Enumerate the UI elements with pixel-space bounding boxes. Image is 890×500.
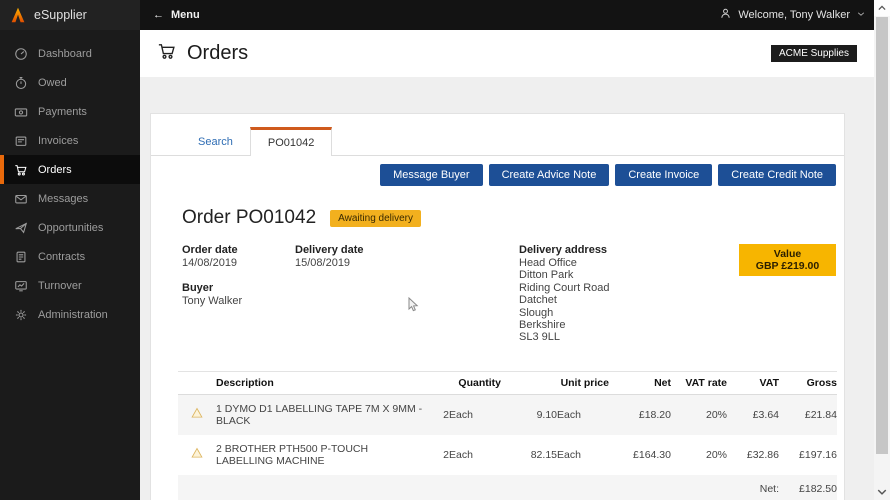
back-arrow-icon: ← [153, 9, 164, 21]
order-date-value: 14/08/2019 [182, 257, 238, 269]
sidebar-item-messages[interactable]: Messages [0, 184, 140, 213]
scrollbar-thumb[interactable] [876, 17, 888, 454]
gear-icon [13, 307, 28, 322]
banknote-icon [13, 104, 28, 119]
value-label: Value [773, 248, 802, 260]
order-card: Search PO01042 Message Buyer Create Advi… [150, 113, 845, 500]
sidebar-nav: Dashboard Owed Payments Invoices Orders … [0, 30, 140, 329]
table-row: 1 DYMO D1 LABELLING TAPE 7M X 9MM - BLAC… [178, 394, 837, 435]
main-area: Orders ACME Supplies Search PO01042 Mess… [140, 30, 874, 500]
table-row: 2 BROTHER PTH500 P-TOUCH LABELLING MACHI… [178, 435, 837, 475]
orders-cart-icon [157, 41, 177, 66]
brand-logo-icon [10, 7, 26, 23]
chart-monitor-icon [13, 278, 28, 293]
topbar: ← Menu Welcome, Tony Walker [140, 0, 874, 30]
net-label: Net: [759, 482, 779, 495]
sidebar-item-turnover[interactable]: Turnover [0, 271, 140, 300]
sidebar-item-administration[interactable]: Administration [0, 300, 140, 329]
sidebar-item-dashboard[interactable]: Dashboard [0, 39, 140, 68]
buyer-label: Buyer [182, 282, 214, 294]
app-window: eSupplier Dashboard Owed Payments Invoic… [0, 0, 890, 500]
user-menu[interactable]: Welcome, Tony Walker [719, 7, 866, 23]
net-total-row: Net: £182.50 [178, 474, 837, 500]
warning-icon[interactable] [191, 448, 203, 462]
order-lines-table: Description Quantity Unit price Net VAT … [178, 370, 837, 500]
sidebar-item-contracts[interactable]: Contracts [0, 242, 140, 271]
chevron-down-icon [856, 9, 866, 22]
message-buyer-button[interactable]: Message Buyer [380, 164, 483, 186]
delivery-date-label: Delivery date [295, 244, 364, 256]
tab-content: Message Buyer Create Advice Note Create … [151, 164, 844, 500]
scroll-up-button[interactable] [874, 0, 890, 16]
sidebar-item-invoices[interactable]: Invoices [0, 126, 140, 155]
delivery-address-block: Delivery address Head Office Ditton Park… [519, 244, 739, 344]
action-buttons: Message Buyer Create Advice Note Create … [179, 164, 836, 186]
order-date-block: Order date 14/08/2019 [182, 244, 295, 269]
dashboard-icon [13, 46, 28, 61]
buyer-block: Buyer Tony Walker [182, 282, 295, 307]
col-gross: Gross [779, 370, 837, 395]
sidebar-item-opportunities[interactable]: Opportunities [0, 213, 140, 242]
envelope-icon [13, 191, 28, 206]
col-description: Description [216, 370, 423, 395]
col-unit-price: Unit price [501, 370, 609, 395]
col-vat: VAT [727, 370, 779, 395]
net-value: £182.50 [799, 482, 837, 495]
create-advice-note-button[interactable]: Create Advice Note [488, 164, 610, 186]
order-value-box: Value GBP £219.00 [739, 244, 836, 276]
create-credit-note-button[interactable]: Create Credit Note [718, 164, 836, 186]
col-vat-rate: VAT rate [671, 370, 727, 395]
brand-logo-area[interactable]: eSupplier [0, 0, 140, 30]
welcome-text: Welcome, Tony Walker [738, 9, 850, 21]
create-invoice-button[interactable]: Create Invoice [615, 164, 713, 186]
stopwatch-icon [13, 75, 28, 90]
page-title: Orders [187, 42, 249, 64]
col-net: Net [609, 370, 671, 395]
buyer-value: Tony Walker [182, 295, 243, 307]
scroll-down-button[interactable] [874, 484, 890, 500]
delivery-address-label: Delivery address [519, 244, 608, 256]
sidebar-item-owed[interactable]: Owed [0, 68, 140, 97]
tab-po01042[interactable]: PO01042 [249, 127, 333, 156]
invoice-icon [13, 133, 28, 148]
vertical-scrollbar[interactable] [874, 0, 890, 500]
table-header-row: Description Quantity Unit price Net VAT … [178, 370, 837, 395]
warning-icon[interactable] [191, 408, 203, 422]
col-quantity: Quantity [423, 370, 501, 395]
sidebar: eSupplier Dashboard Owed Payments Invoic… [0, 0, 140, 500]
order-number-title: Order PO01042 [182, 207, 317, 228]
value-amount: GBP £219.00 [755, 260, 820, 272]
sidebar-item-orders[interactable]: Orders [0, 155, 140, 184]
order-info: Order date 14/08/2019 Buyer Tony Walker … [179, 244, 836, 344]
company-badge[interactable]: ACME Supplies [770, 45, 857, 62]
paper-plane-icon [13, 220, 28, 235]
cart-icon [13, 162, 28, 177]
order-date-label: Order date [182, 244, 238, 256]
sidebar-item-payments[interactable]: Payments [0, 97, 140, 126]
person-icon [719, 7, 732, 23]
brand-name: eSupplier [34, 8, 87, 22]
order-heading: Order PO01042 Awaiting delivery [179, 207, 836, 229]
page-header: Orders ACME Supplies [140, 30, 874, 77]
menu-button[interactable]: ← Menu [153, 9, 200, 21]
tab-strip: Search PO01042 [151, 114, 844, 156]
status-badge: Awaiting delivery [330, 209, 421, 227]
delivery-date-value: 15/08/2019 [295, 257, 351, 269]
tab-search[interactable]: Search [181, 129, 250, 155]
contract-document-icon [13, 249, 28, 264]
